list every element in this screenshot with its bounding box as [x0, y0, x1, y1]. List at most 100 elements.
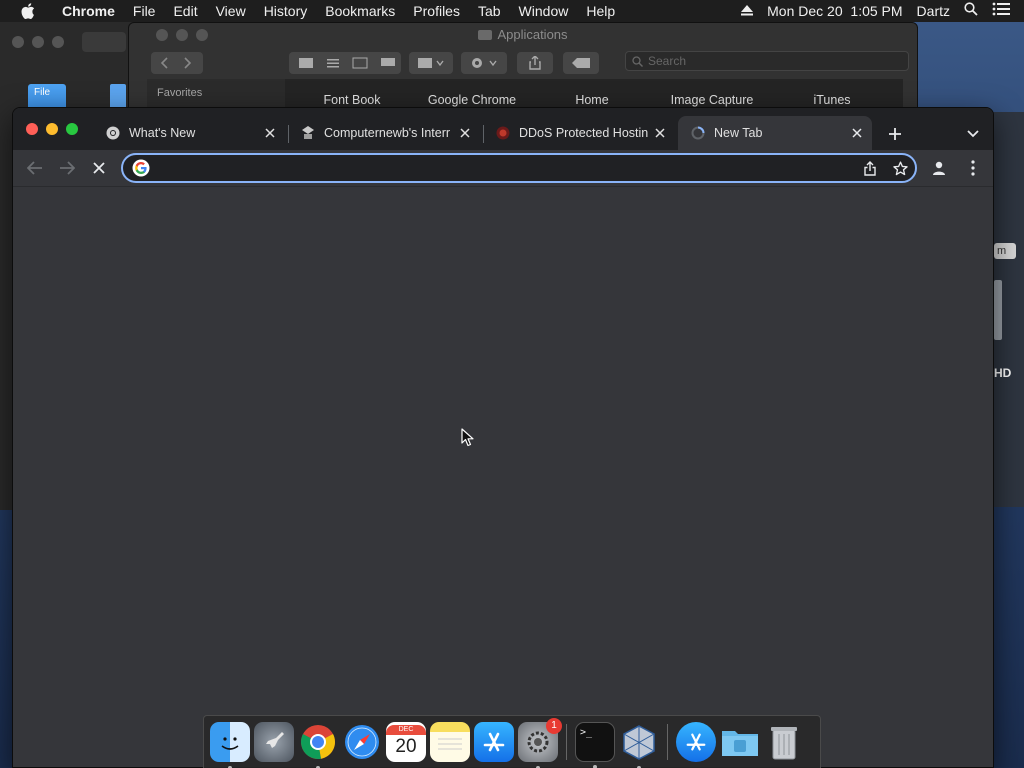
tab-strip: What's New Computernewb's Interr DDoS Pr… [13, 108, 993, 150]
stop-loading-button[interactable] [85, 154, 113, 182]
tab-whats-new[interactable]: What's New [93, 116, 285, 150]
background-window-right[interactable]: m HD [992, 112, 1024, 507]
tab-title: Computernewb's Interr [324, 126, 451, 140]
dock-terminal-icon[interactable]: >_ [575, 722, 615, 768]
menubar-clock[interactable]: Mon Dec 20 1:05 PM [767, 0, 902, 22]
address-input[interactable] [156, 156, 855, 180]
calendar-day: 20 [395, 736, 417, 757]
macos-dock: DEC 20 1 >_ [203, 715, 821, 768]
dock-app-store-download-icon[interactable] [676, 722, 716, 762]
chrome-favicon-icon [105, 125, 121, 141]
minimize-window-button[interactable] [46, 123, 58, 135]
tab-search-button[interactable] [961, 122, 985, 146]
arrow-right-icon [60, 161, 75, 175]
menu-window[interactable]: Window [510, 0, 578, 22]
close-icon [93, 162, 105, 174]
dock-finder-icon[interactable] [210, 722, 250, 768]
more-vertical-icon [971, 160, 975, 176]
dock-notes-icon[interactable] [430, 722, 470, 762]
tab-ddos-protected[interactable]: DDoS Protected Hostin [483, 116, 675, 150]
chrome-window: What's New Computernewb's Interr DDoS Pr… [12, 107, 994, 768]
menu-app-name[interactable]: Chrome [53, 0, 124, 22]
apple-menu-icon[interactable] [17, 3, 39, 19]
close-tab-icon[interactable] [651, 124, 669, 142]
zoom-window-button[interactable] [66, 123, 78, 135]
close-tab-icon[interactable] [848, 124, 866, 142]
menu-file[interactable]: File [124, 0, 165, 22]
dock-calendar-icon[interactable]: DEC 20 [386, 722, 426, 762]
mouse-pointer-icon [461, 428, 474, 447]
back-forward-buttons[interactable] [82, 32, 126, 52]
dock-google-chrome-icon[interactable] [298, 722, 338, 768]
app-label-google-chrome[interactable]: Google Chrome [428, 93, 516, 107]
partial-disk-label: HD [994, 366, 1012, 380]
calendar-month: DEC [386, 725, 426, 735]
tab-computernewb[interactable]: Computernewb's Interr [288, 116, 480, 150]
menu-help[interactable]: Help [577, 0, 624, 22]
new-tab-button[interactable] [883, 122, 907, 146]
menu-edit[interactable]: Edit [164, 0, 206, 22]
dock-system-preferences-icon[interactable]: 1 [518, 718, 562, 768]
google-g-icon [132, 159, 150, 177]
dock-separator [566, 724, 567, 760]
spotlight-search-icon[interactable] [964, 0, 978, 22]
address-bar[interactable] [121, 153, 917, 183]
dock-safari-icon[interactable] [342, 722, 382, 762]
menu-history[interactable]: History [255, 0, 317, 22]
dock-applications-folder-icon[interactable] [720, 722, 760, 762]
hard-disk-icon[interactable] [994, 280, 1002, 340]
bookmark-star-icon[interactable] [885, 155, 915, 181]
window-controls [26, 123, 78, 135]
close-tab-icon[interactable] [261, 124, 279, 142]
folder-icon [478, 30, 493, 40]
group-by-button[interactable] [409, 52, 453, 74]
app-label-image-capture[interactable]: Image Capture [671, 93, 754, 107]
computernewb-favicon-icon [300, 125, 316, 141]
close-tab-icon[interactable] [456, 124, 474, 142]
notification-badge: 1 [546, 718, 562, 734]
macos-menu-bar: Chrome File Edit View History Bookmarks … [0, 0, 1024, 22]
file-icon-label: File [34, 87, 51, 98]
view-mode-selector[interactable] [289, 52, 401, 74]
menu-bookmarks[interactable]: Bookmarks [316, 0, 404, 22]
share-icon[interactable] [855, 155, 885, 181]
eject-icon[interactable] [741, 0, 754, 22]
finder-search-input[interactable]: Search [625, 51, 909, 71]
app-label-font-book[interactable]: Font Book [324, 93, 381, 107]
chrome-menu-button[interactable] [959, 154, 987, 182]
chevron-down-icon [967, 130, 979, 138]
terminal-prompt: >_ [580, 727, 593, 738]
ddos-favicon-icon [495, 125, 511, 141]
profile-button[interactable] [925, 154, 953, 182]
arrow-left-icon [27, 161, 42, 175]
search-icon [632, 56, 643, 67]
app-label-home[interactable]: Home [575, 93, 608, 107]
menu-profiles[interactable]: Profiles [404, 0, 469, 22]
sidebar-heading-favorites: Favorites [157, 87, 203, 99]
action-gear-icon[interactable] [461, 52, 507, 74]
tab-new-tab[interactable]: New Tab [678, 116, 872, 150]
menubar-user[interactable]: Dartz [917, 0, 950, 22]
dock-launchpad-icon[interactable] [254, 722, 294, 762]
tag-icon[interactable] [563, 52, 599, 74]
forward-button[interactable] [53, 154, 81, 182]
page-content-area[interactable] [13, 186, 993, 767]
back-forward-buttons[interactable] [151, 52, 203, 74]
partial-badge: m [994, 243, 1016, 259]
dock-trash-icon[interactable] [764, 722, 804, 762]
finder-applications-window[interactable]: Applications Search Favorites Font Book … [128, 22, 918, 113]
share-icon[interactable] [517, 52, 553, 74]
notification-center-icon[interactable] [992, 0, 1010, 22]
traffic-lights-inactive [12, 36, 64, 48]
close-window-button[interactable] [26, 123, 38, 135]
back-button[interactable] [21, 154, 49, 182]
app-label-itunes[interactable]: iTunes [813, 93, 850, 107]
dock-app-store-icon[interactable] [474, 722, 514, 762]
chrome-toolbar [13, 150, 993, 186]
loading-spinner-icon [690, 125, 706, 141]
tab-title: New Tab [714, 126, 763, 140]
menu-view[interactable]: View [207, 0, 255, 22]
dock-virtualbox-icon[interactable] [619, 722, 659, 768]
tab-title: What's New [129, 126, 196, 140]
menu-tab[interactable]: Tab [469, 0, 510, 22]
